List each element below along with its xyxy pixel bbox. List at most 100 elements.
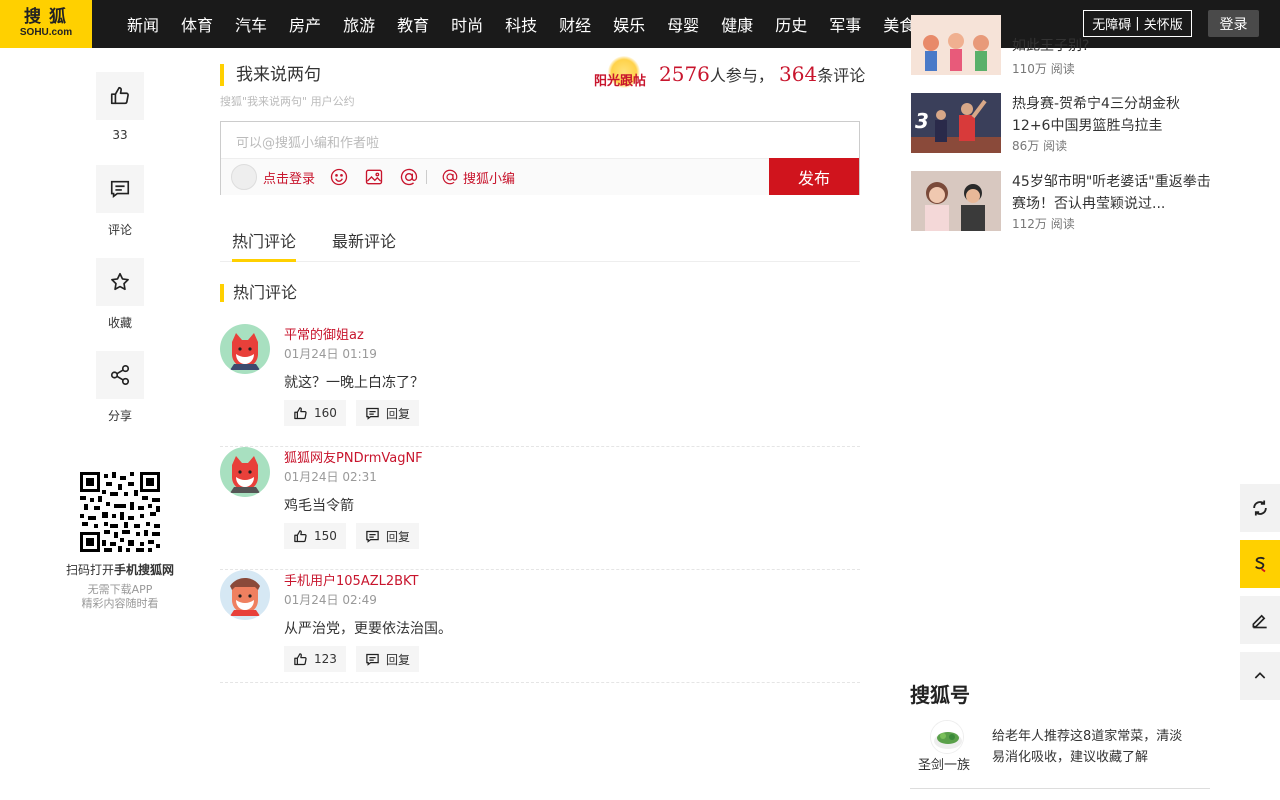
article-title[interactable]: 给老年人推荐这8道家常菜，清淡易消化吸收，建议收藏了解 xyxy=(992,726,1192,768)
fox-avatar-icon xyxy=(220,324,270,374)
share-button[interactable] xyxy=(96,351,144,399)
thumbs-up-icon xyxy=(294,406,307,419)
like-count: 33 xyxy=(112,128,128,142)
reply-icon xyxy=(366,653,379,666)
qr-title-pre: 扫码打开 xyxy=(65,563,114,577)
nav-auto[interactable]: 汽车 xyxy=(235,12,267,36)
like-action[interactable]: 33 xyxy=(96,72,144,142)
nav-travel[interactable]: 旅游 xyxy=(343,12,375,36)
share-label: 分享 xyxy=(107,409,132,423)
comment-like-button[interactable]: 123 xyxy=(284,646,346,672)
refresh-button[interactable] xyxy=(1240,484,1280,532)
comment-text: 就这？一晚上白冻了？ xyxy=(284,375,424,391)
comment-text: 从严治党，更要依法治国。 xyxy=(284,621,452,637)
sohu-hao-item[interactable]: 圣剑一族 给老年人推荐这8道家常菜，清淡易消化吸收，建议收藏了解 xyxy=(910,720,1210,789)
fox-avatar[interactable] xyxy=(220,447,270,497)
nav-military[interactable]: 军事 xyxy=(829,12,861,36)
nav-sports[interactable]: 体育 xyxy=(181,12,213,36)
author-avatar-image xyxy=(931,721,963,753)
author-avatar[interactable] xyxy=(930,720,964,754)
participants-count: 2576 xyxy=(659,62,710,86)
tab-hot-comments[interactable]: 热门评论 xyxy=(232,228,297,262)
collect-action[interactable]: 收藏 xyxy=(96,258,144,331)
mention-button[interactable] xyxy=(399,167,419,187)
nav-finance[interactable]: 财经 xyxy=(559,12,591,36)
logo-domain: SOHU.com xyxy=(19,27,73,38)
comment-like-button[interactable]: 160 xyxy=(284,400,346,426)
comment-action[interactable]: 评论 xyxy=(96,165,144,238)
comment-like-button[interactable]: 150 xyxy=(284,523,346,549)
comment-stats: 2576人参与， 364条评论 xyxy=(659,62,865,86)
comment-item: 手机用户105AZL2BKT 01月24日 02:49 从严治党，更要依法治国。… xyxy=(220,570,860,683)
toolbar-separator xyxy=(426,170,428,184)
share-action[interactable]: 分享 xyxy=(96,351,144,424)
at-icon xyxy=(400,168,418,186)
qr-title-bold: 手机搜狐网 xyxy=(114,563,175,577)
fox-avatar[interactable] xyxy=(220,570,270,620)
user-agreement-link[interactable]: 搜狐"我来说两句" 用户公约 xyxy=(220,93,355,109)
publish-button[interactable]: 发布 xyxy=(769,158,859,195)
mention-editor-link[interactable]: 搜狐小编 xyxy=(441,168,515,187)
nav-baby[interactable]: 母婴 xyxy=(667,12,699,36)
nav-entertainment[interactable]: 娱乐 xyxy=(613,12,645,36)
news-item[interactable]: 3 热身赛-贺希宁4三分胡金秋12+6中国男篮胜乌拉圭 86万 阅读 xyxy=(911,93,1211,153)
comment-author[interactable]: 手机用户105AZL2BKT xyxy=(284,570,419,589)
news-item[interactable]: 45岁邹市明"听老婆话"重返拳击赛场！否认冉莹颖说过... 112万 阅读 xyxy=(911,171,1211,231)
sohu-fox-icon xyxy=(1255,556,1266,573)
comment-input[interactable]: 可以@搜狐小编和作者啦 xyxy=(236,132,379,151)
sohu-logo[interactable]: 搜狐 SOHU.com xyxy=(0,0,92,48)
comment-item: 平常的御姐az 01月24日 01:19 就这？一晚上白冻了？ 160 回复 xyxy=(220,324,860,447)
nav-health[interactable]: 健康 xyxy=(721,12,753,36)
click-login-link[interactable]: 点击登录 xyxy=(263,168,315,187)
news-title[interactable]: 如此王子别? xyxy=(1012,35,1212,57)
news-rank: 3 xyxy=(915,109,929,133)
sunshine-badge-text: 阳光跟帖 xyxy=(594,74,647,89)
sohu-app-button[interactable] xyxy=(1240,540,1280,588)
comment-reply-button[interactable]: 回复 xyxy=(356,400,420,426)
at-icon xyxy=(442,169,458,185)
nav-tech[interactable]: 科技 xyxy=(505,12,537,36)
back-to-top-button[interactable] xyxy=(1240,652,1280,700)
reply-icon xyxy=(366,530,379,543)
author-name[interactable]: 圣剑一族 xyxy=(918,754,970,773)
participants-suffix: 人参与， xyxy=(709,66,774,85)
share-icon xyxy=(110,365,130,385)
comment-icon xyxy=(110,180,130,198)
tab-latest-comments[interactable]: 最新评论 xyxy=(332,228,396,262)
qr-code xyxy=(80,472,160,552)
fox-avatar[interactable] xyxy=(220,324,270,374)
login-button[interactable]: 登录 xyxy=(1208,10,1259,37)
comment-reply-button[interactable]: 回复 xyxy=(356,523,420,549)
sunshine-badge: 阳光跟帖 xyxy=(594,56,654,92)
nav-history[interactable]: 历史 xyxy=(775,12,807,36)
sohu-hao-heading: 搜狐号 xyxy=(910,683,970,707)
news-item[interactable]: 如此王子别? 110万 阅读 xyxy=(911,15,1211,77)
refresh-icon xyxy=(1253,500,1267,516)
image-button[interactable] xyxy=(364,167,384,187)
feedback-button[interactable] xyxy=(1240,596,1280,644)
qr-title: 扫码打开手机搜狐网 xyxy=(50,561,190,578)
thumbs-up-icon xyxy=(110,86,129,105)
like-button[interactable] xyxy=(96,72,144,120)
news-title[interactable]: 45岁邹市明"听老婆话"重返拳击赛场！否认冉莹颖说过... xyxy=(1012,171,1212,215)
comment-time: 01月24日 02:31 xyxy=(284,470,377,484)
comment-section-title: 我来说两句 xyxy=(220,64,321,86)
comment-author[interactable]: 狐狐网友PNDrmVagNF xyxy=(284,447,423,466)
news-title[interactable]: 热身赛-贺希宁4三分胡金秋12+6中国男篮胜乌拉圭 xyxy=(1012,93,1212,137)
pencil-icon xyxy=(1252,614,1267,629)
comment-reply-button[interactable]: 回复 xyxy=(356,646,420,672)
comment-author[interactable]: 平常的御姐az xyxy=(284,324,364,343)
news-reads: 86万 阅读 xyxy=(1012,139,1068,153)
collect-button[interactable] xyxy=(96,258,144,306)
star-icon xyxy=(111,272,129,291)
nav-house[interactable]: 房产 xyxy=(289,12,321,36)
reply-label: 回复 xyxy=(386,652,411,667)
emoji-button[interactable] xyxy=(329,167,349,187)
nav-news[interactable]: 新闻 xyxy=(127,12,159,36)
nav-fashion[interactable]: 时尚 xyxy=(451,12,483,36)
nav-education[interactable]: 教育 xyxy=(397,12,429,36)
comment-button[interactable] xyxy=(96,165,144,213)
collect-label: 收藏 xyxy=(107,316,132,330)
chevron-up-icon xyxy=(1254,672,1266,679)
qr-sub-line-2: 精彩内容随时看 xyxy=(81,597,159,610)
